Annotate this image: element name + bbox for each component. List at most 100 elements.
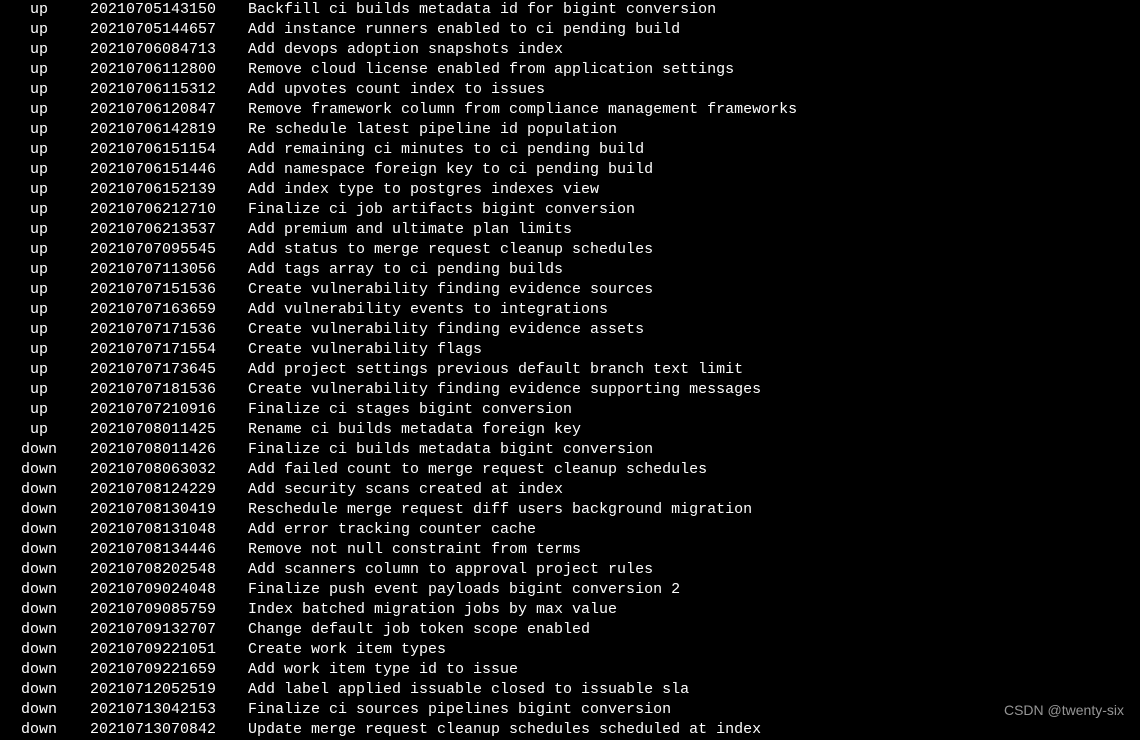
migration-row: down20210713070842Update merge request c… [0, 720, 1140, 740]
migration-version: 20210707163659 [90, 300, 248, 320]
migration-version: 20210708011426 [90, 440, 248, 460]
migration-description: Add failed count to merge request cleanu… [248, 460, 1140, 480]
migration-description: Finalize push event payloads bigint conv… [248, 580, 1140, 600]
migration-status: up [0, 200, 90, 220]
migration-version: 20210705144657 [90, 20, 248, 40]
migration-row: up20210706151446Add namespace foreign ke… [0, 160, 1140, 180]
migration-row: up20210708011425Rename ci builds metadat… [0, 420, 1140, 440]
migration-row: down20210709132707Change default job tok… [0, 620, 1140, 640]
migration-description: Re schedule latest pipeline id populatio… [248, 120, 1140, 140]
migration-description: Finalize ci builds metadata bigint conve… [248, 440, 1140, 460]
migration-description: Add scanners column to approval project … [248, 560, 1140, 580]
migration-description: Add vulnerability events to integrations [248, 300, 1140, 320]
migration-description: Remove not null constraint from terms [248, 540, 1140, 560]
migration-version: 20210707171536 [90, 320, 248, 340]
migration-row: up20210707113056Add tags array to ci pen… [0, 260, 1140, 280]
migration-status: up [0, 400, 90, 420]
migration-row: down20210709085759Index batched migratio… [0, 600, 1140, 620]
migration-row: up20210706142819Re schedule latest pipel… [0, 120, 1140, 140]
migration-description: Create vulnerability finding evidence as… [248, 320, 1140, 340]
migration-status: down [0, 540, 90, 560]
migration-status: down [0, 520, 90, 540]
migration-version: 20210708063032 [90, 460, 248, 480]
migration-description: Backfill ci builds metadata id for bigin… [248, 0, 1140, 20]
migration-version: 20210707210916 [90, 400, 248, 420]
migration-status: down [0, 620, 90, 640]
migration-status: up [0, 320, 90, 340]
migration-description: Create vulnerability flags [248, 340, 1140, 360]
migration-status: up [0, 340, 90, 360]
migration-status: down [0, 500, 90, 520]
migration-status: up [0, 260, 90, 280]
migration-version: 20210708202548 [90, 560, 248, 580]
migration-version: 20210707095545 [90, 240, 248, 260]
migration-version: 20210713042153 [90, 700, 248, 720]
migration-version: 20210706120847 [90, 100, 248, 120]
migration-version: 20210705143150 [90, 0, 248, 20]
migration-status: up [0, 140, 90, 160]
migration-version: 20210706212710 [90, 200, 248, 220]
migration-row: down20210708124229Add security scans cre… [0, 480, 1140, 500]
migration-version: 20210706084713 [90, 40, 248, 60]
migration-status: up [0, 240, 90, 260]
migration-row: up20210707173645Add project settings pre… [0, 360, 1140, 380]
migration-row: up20210706151154Add remaining ci minutes… [0, 140, 1140, 160]
migration-status: down [0, 640, 90, 660]
migration-version: 20210709024048 [90, 580, 248, 600]
migration-description: Finalize ci stages bigint conversion [248, 400, 1140, 420]
migration-status: down [0, 700, 90, 720]
migration-description: Add instance runners enabled to ci pendi… [248, 20, 1140, 40]
migration-description: Add error tracking counter cache [248, 520, 1140, 540]
migration-status: down [0, 560, 90, 580]
migration-status: down [0, 720, 90, 740]
migration-version: 20210709132707 [90, 620, 248, 640]
migration-status: down [0, 600, 90, 620]
migration-description: Index batched migration jobs by max valu… [248, 600, 1140, 620]
migration-row: up20210707210916Finalize ci stages bigin… [0, 400, 1140, 420]
migration-status: up [0, 220, 90, 240]
migration-description: Add index type to postgres indexes view [248, 180, 1140, 200]
migration-status: down [0, 580, 90, 600]
migration-version: 20210708131048 [90, 520, 248, 540]
migration-version: 20210709221051 [90, 640, 248, 660]
migration-status: up [0, 80, 90, 100]
migration-status: up [0, 60, 90, 80]
migration-status: up [0, 20, 90, 40]
migration-description: Add work item type id to issue [248, 660, 1140, 680]
migration-row: down20210712052519Add label applied issu… [0, 680, 1140, 700]
migration-row: down20210708202548Add scanners column to… [0, 560, 1140, 580]
migration-status: down [0, 680, 90, 700]
migration-row: up20210706213537Add premium and ultimate… [0, 220, 1140, 240]
migration-status: up [0, 0, 90, 20]
migration-status: up [0, 360, 90, 380]
migration-status: up [0, 420, 90, 440]
migration-row: up20210706152139Add index type to postgr… [0, 180, 1140, 200]
migration-description: Add label applied issuable closed to iss… [248, 680, 1140, 700]
migration-description: Add remaining ci minutes to ci pending b… [248, 140, 1140, 160]
migration-status: up [0, 300, 90, 320]
migration-status: down [0, 460, 90, 480]
migration-description: Remove framework column from compliance … [248, 100, 1140, 120]
migration-description: Create work item types [248, 640, 1140, 660]
migration-status: up [0, 120, 90, 140]
migration-status: up [0, 40, 90, 60]
migration-version: 20210712052519 [90, 680, 248, 700]
migration-description: Reschedule merge request diff users back… [248, 500, 1140, 520]
migration-version: 20210708134446 [90, 540, 248, 560]
migration-row: down20210708130419Reschedule merge reque… [0, 500, 1140, 520]
migration-row: down20210709221659Add work item type id … [0, 660, 1140, 680]
migration-description: Add namespace foreign key to ci pending … [248, 160, 1140, 180]
migration-description: Add premium and ultimate plan limits [248, 220, 1140, 240]
migration-row: up20210706112800Remove cloud license ena… [0, 60, 1140, 80]
migration-version: 20210713070842 [90, 720, 248, 740]
migration-description: Add devops adoption snapshots index [248, 40, 1140, 60]
migration-row: up20210707171554Create vulnerability fla… [0, 340, 1140, 360]
migration-version: 20210709221659 [90, 660, 248, 680]
migration-row: up20210707151536Create vulnerability fin… [0, 280, 1140, 300]
migration-status: up [0, 100, 90, 120]
migration-row: up20210706084713Add devops adoption snap… [0, 40, 1140, 60]
migration-description: Add project settings previous default br… [248, 360, 1140, 380]
migration-version: 20210709085759 [90, 600, 248, 620]
migration-description: Rename ci builds metadata foreign key [248, 420, 1140, 440]
migration-description: Remove cloud license enabled from applic… [248, 60, 1140, 80]
